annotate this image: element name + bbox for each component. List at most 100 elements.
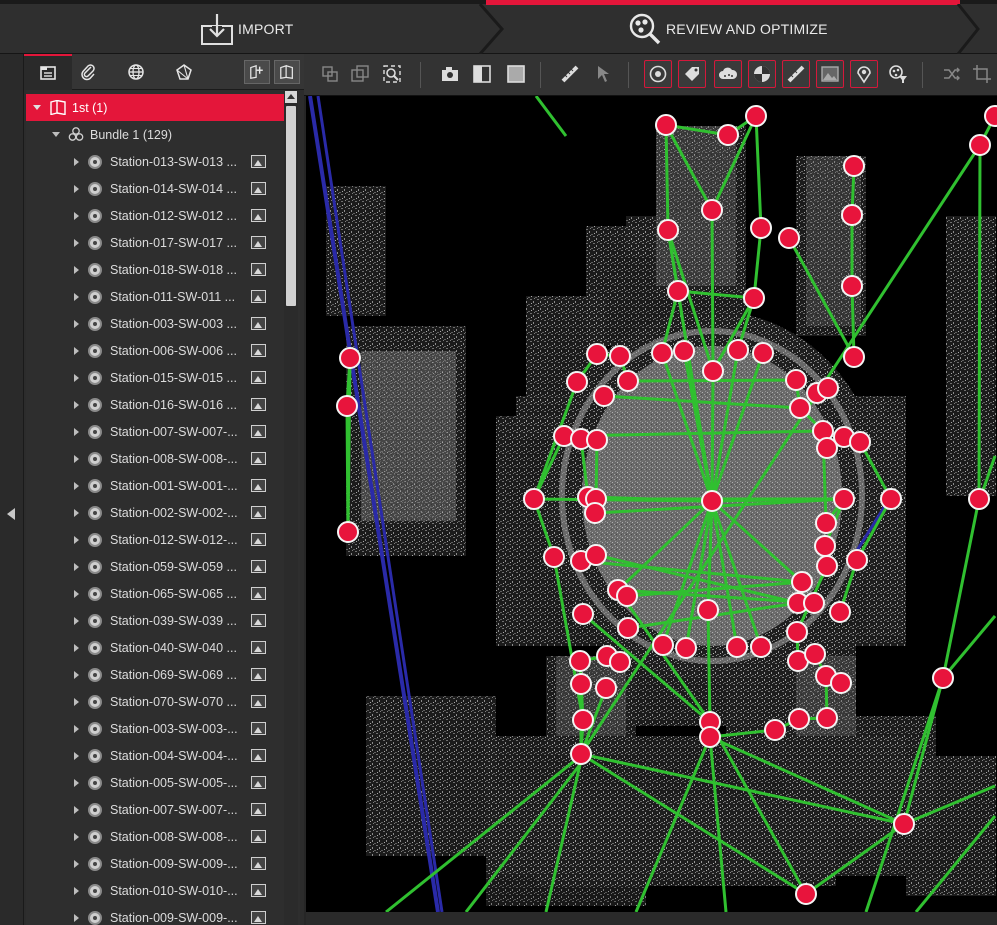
image-icon[interactable]: [251, 776, 266, 789]
tree-station-row[interactable]: Station-007-SW-007-...: [26, 418, 286, 445]
tree-station-row[interactable]: Station-003-SW-003-...: [26, 715, 286, 742]
tree-station-row[interactable]: Station-006-SW-006 ...: [26, 337, 286, 364]
image-icon[interactable]: [251, 398, 266, 411]
expand-caret-icon[interactable]: [74, 697, 79, 706]
expand-caret-icon[interactable]: [74, 319, 79, 328]
image-icon[interactable]: [251, 533, 266, 546]
image-icon[interactable]: [251, 344, 266, 357]
filter-button[interactable]: [884, 60, 912, 88]
tree-station-row[interactable]: Station-017-SW-017 ...: [26, 229, 286, 256]
image-icon[interactable]: [251, 371, 266, 384]
expand-caret-icon[interactable]: [74, 643, 79, 652]
expand-caret-icon[interactable]: [74, 535, 79, 544]
tree-station-row[interactable]: Station-002-SW-002-...: [26, 499, 286, 526]
image-icon[interactable]: [251, 641, 266, 654]
image-button[interactable]: [816, 60, 844, 88]
tree-station-row[interactable]: Station-003-SW-003 ...: [26, 310, 286, 337]
image-icon[interactable]: [251, 830, 266, 843]
step-review-optimize[interactable]: REVIEW AND OPTIMIZE: [628, 4, 828, 54]
image-icon[interactable]: [251, 695, 266, 708]
expand-caret-icon[interactable]: [74, 832, 79, 841]
image-icon[interactable]: [251, 587, 266, 600]
pick-button[interactable]: [590, 60, 618, 88]
image-icon[interactable]: [251, 911, 266, 924]
tree-project-row[interactable]: 1st (1): [26, 94, 286, 121]
image-icon[interactable]: [251, 209, 266, 222]
link-button[interactable]: [782, 60, 810, 88]
collapse-caret-icon[interactable]: [52, 132, 60, 137]
image-icon[interactable]: [251, 803, 266, 816]
location-button[interactable]: [850, 60, 878, 88]
step-import[interactable]: IMPORT: [200, 4, 293, 54]
tree-station-row[interactable]: Station-059-SW-059 ...: [26, 553, 286, 580]
expand-caret-icon[interactable]: [74, 373, 79, 382]
expand-caret-icon[interactable]: [74, 562, 79, 571]
transform-button[interactable]: [316, 60, 344, 88]
image-icon[interactable]: [251, 290, 266, 303]
image-icon[interactable]: [251, 263, 266, 276]
image-icon[interactable]: [251, 506, 266, 519]
tree-station-row[interactable]: Station-016-SW-016 ...: [26, 391, 286, 418]
image-icon[interactable]: [251, 884, 266, 897]
image-icon[interactable]: [251, 722, 266, 735]
tree-station-row[interactable]: Station-069-SW-069 ...: [26, 661, 286, 688]
image-icon[interactable]: [251, 614, 266, 627]
expand-caret-icon[interactable]: [74, 508, 79, 517]
tree-station-row[interactable]: Station-070-SW-070 ...: [26, 688, 286, 715]
tag-button[interactable]: [678, 60, 706, 88]
collapse-left-icon[interactable]: [7, 508, 15, 520]
expand-caret-icon[interactable]: [74, 778, 79, 787]
duplicate-button[interactable]: [346, 60, 374, 88]
image-icon[interactable]: [251, 182, 266, 195]
expand-caret-icon[interactable]: [74, 157, 79, 166]
tree-station-row[interactable]: Station-014-SW-014 ...: [26, 175, 286, 202]
crop-button[interactable]: [968, 60, 996, 88]
shuffle-button[interactable]: [938, 60, 966, 88]
expand-caret-icon[interactable]: [74, 859, 79, 868]
tree-station-row[interactable]: Station-005-SW-005-...: [26, 769, 286, 796]
tree-scrollbar[interactable]: [284, 90, 298, 925]
square-view-button[interactable]: [502, 60, 530, 88]
expand-caret-icon[interactable]: [74, 454, 79, 463]
tree-station-row[interactable]: Station-010-SW-010-...: [26, 877, 286, 904]
expand-caret-icon[interactable]: [74, 616, 79, 625]
expand-caret-icon[interactable]: [74, 751, 79, 760]
zoom-fit-button[interactable]: [378, 60, 406, 88]
tree-station-row[interactable]: Station-039-SW-039 ...: [26, 607, 286, 634]
expand-caret-icon[interactable]: [74, 265, 79, 274]
split-view-button[interactable]: [468, 60, 496, 88]
image-icon[interactable]: [251, 452, 266, 465]
image-icon[interactable]: [251, 479, 266, 492]
expand-caret-icon[interactable]: [74, 346, 79, 355]
expand-caret-icon[interactable]: [74, 427, 79, 436]
camera-button[interactable]: [436, 60, 464, 88]
collapse-caret-icon[interactable]: [33, 105, 41, 110]
measure-button[interactable]: [556, 60, 584, 88]
image-icon[interactable]: [251, 236, 266, 249]
expand-caret-icon[interactable]: [74, 913, 79, 922]
expand-caret-icon[interactable]: [74, 400, 79, 409]
tree-station-row[interactable]: Station-015-SW-015 ...: [26, 364, 286, 391]
tree-station-row[interactable]: Station-012-SW-012-...: [26, 526, 286, 553]
add-bundle-button[interactable]: [244, 60, 270, 84]
expand-caret-icon[interactable]: [74, 589, 79, 598]
expand-caret-icon[interactable]: [74, 724, 79, 733]
tree-station-row[interactable]: Station-001-SW-001-...: [26, 472, 286, 499]
expand-caret-icon[interactable]: [74, 238, 79, 247]
tree-station-row[interactable]: Station-007-SW-007-...: [26, 796, 286, 823]
image-icon[interactable]: [251, 749, 266, 762]
expand-caret-icon[interactable]: [74, 805, 79, 814]
open-bundle-button[interactable]: [274, 60, 300, 84]
tab-globe[interactable]: [112, 54, 160, 90]
tree-station-row[interactable]: Station-013-SW-013 ...: [26, 148, 286, 175]
tree-bundle-row[interactable]: Bundle 1 (129): [26, 121, 286, 148]
expand-caret-icon[interactable]: [74, 481, 79, 490]
image-icon[interactable]: [251, 560, 266, 573]
cloud-button[interactable]: [714, 60, 742, 88]
tree-station-row[interactable]: Station-018-SW-018 ...: [26, 256, 286, 283]
expand-caret-icon[interactable]: [74, 670, 79, 679]
scroll-thumb[interactable]: [286, 106, 296, 306]
image-icon[interactable]: [251, 317, 266, 330]
tab-registration[interactable]: [160, 54, 208, 90]
tree-station-row[interactable]: Station-040-SW-040 ...: [26, 634, 286, 661]
